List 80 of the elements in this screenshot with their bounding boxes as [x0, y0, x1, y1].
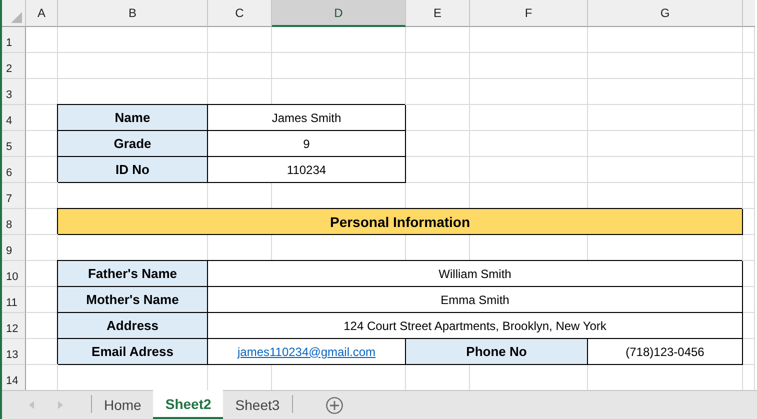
section-title: Personal Information: [58, 209, 743, 235]
row-number[interactable]: 5: [2, 131, 26, 157]
field-value: William Smith: [208, 261, 743, 287]
column-header[interactable]: F: [470, 0, 588, 27]
empty-cell[interactable]: [588, 105, 743, 131]
row-number[interactable]: 12: [2, 313, 26, 339]
scroll-left-icon[interactable]: [29, 401, 35, 409]
field-value: 110234: [208, 157, 406, 183]
column-header[interactable]: B: [58, 0, 208, 27]
row-number[interactable]: 2: [2, 53, 26, 79]
field-label: Email Adress: [58, 339, 208, 365]
field-label: Father's Name: [58, 261, 208, 287]
empty-cell[interactable]: [470, 105, 588, 131]
empty-cell[interactable]: [743, 287, 755, 313]
row-number[interactable]: 4: [2, 105, 26, 131]
sheet-tab[interactable]: Sheet3: [223, 391, 292, 419]
field-value: Emma Smith: [208, 287, 743, 313]
row-number[interactable]: 7: [2, 183, 26, 209]
row-number[interactable]: 10: [2, 261, 26, 287]
row-number[interactable]: 1: [2, 27, 26, 53]
empty-cell[interactable]: [743, 209, 755, 235]
row-number[interactable]: 13: [2, 339, 26, 365]
sheet-tab[interactable]: Home: [92, 391, 154, 419]
row-number[interactable]: 3: [2, 79, 26, 105]
column-header[interactable]: [743, 0, 755, 27]
empty-cell[interactable]: [588, 27, 743, 53]
field-label: Address: [58, 313, 208, 339]
empty-cell[interactable]: [208, 27, 272, 53]
empty-cell[interactable]: [588, 79, 743, 105]
field-label: Name: [58, 105, 208, 131]
column-header[interactable]: C: [208, 0, 272, 27]
empty-cell[interactable]: [743, 105, 755, 131]
add-sheet-icon[interactable]: [326, 396, 343, 414]
field-value: James Smith: [208, 105, 406, 131]
empty-cell[interactable]: [743, 313, 755, 339]
row-number[interactable]: 8: [2, 209, 26, 235]
field-label: Phone No: [406, 339, 588, 365]
empty-cell[interactable]: [588, 131, 743, 157]
empty-cell[interactable]: [743, 131, 755, 157]
row-number[interactable]: 6: [2, 157, 26, 183]
empty-cell[interactable]: [470, 53, 588, 79]
empty-cell[interactable]: [588, 157, 743, 183]
corner-triangle-icon: [11, 12, 22, 23]
empty-cell[interactable]: [406, 53, 470, 79]
empty-cell[interactable]: [58, 27, 208, 53]
empty-cell[interactable]: [743, 235, 755, 261]
field-value: (718)123-0456: [588, 339, 743, 365]
sheet-tab[interactable]: Sheet2: [153, 390, 224, 419]
empty-cell[interactable]: [470, 79, 588, 105]
empty-cell[interactable]: [58, 53, 208, 79]
empty-cell[interactable]: [743, 183, 755, 209]
field-label: Grade: [58, 131, 208, 157]
column-header[interactable]: D: [272, 0, 406, 27]
empty-cell[interactable]: [743, 53, 755, 79]
email-link[interactable]: james110234@gmail.com: [237, 344, 376, 358]
empty-cell[interactable]: [272, 27, 406, 53]
empty-cell[interactable]: [470, 157, 588, 183]
row-number[interactable]: 11: [2, 287, 26, 313]
column-header[interactable]: E: [406, 0, 470, 27]
row-number[interactable]: 14: [2, 365, 26, 390]
select-all-button[interactable]: [2, 0, 26, 27]
column-header[interactable]: A: [26, 0, 58, 27]
field-label: ID No: [58, 157, 208, 183]
empty-cell[interactable]: [406, 79, 470, 105]
empty-cell[interactable]: [470, 131, 588, 157]
column-header[interactable]: G: [588, 0, 743, 27]
empty-cell[interactable]: [406, 27, 470, 53]
empty-cell[interactable]: [743, 157, 755, 183]
field-label: Mother's Name: [58, 287, 208, 313]
scroll-right-icon[interactable]: [57, 401, 63, 409]
row-number[interactable]: 9: [2, 235, 26, 261]
empty-cell[interactable]: [743, 261, 755, 287]
empty-cell[interactable]: [743, 79, 755, 105]
empty-cell[interactable]: [743, 339, 755, 365]
field-value: 9: [208, 131, 406, 157]
empty-cell[interactable]: [470, 27, 588, 53]
field-value: 124 Court Street Apartments, Brooklyn, New York: [208, 313, 743, 339]
empty-cell[interactable]: [272, 53, 406, 79]
empty-cell[interactable]: [588, 53, 743, 79]
empty-cell[interactable]: [208, 53, 272, 79]
